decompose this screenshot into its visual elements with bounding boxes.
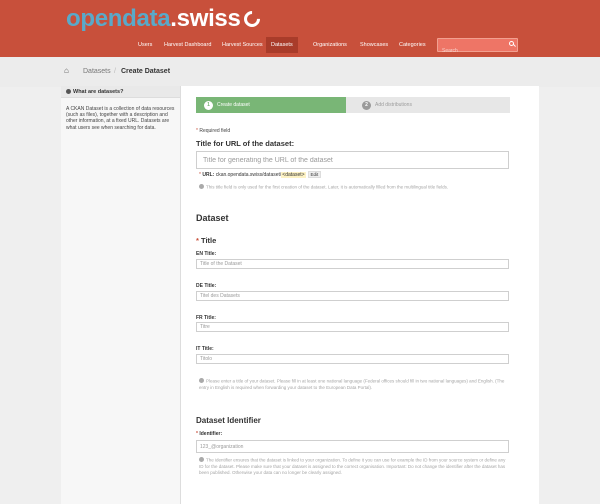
de-title-label: DE Title: xyxy=(196,283,217,289)
info-icon xyxy=(199,457,204,462)
breadcrumb-datasets[interactable]: Datasets xyxy=(83,68,111,75)
nav-categories[interactable]: Categories xyxy=(399,37,426,53)
step-1-label: Create dataset xyxy=(217,102,250,108)
url-edit-button[interactable]: Edit xyxy=(307,171,322,178)
info-icon xyxy=(66,88,71,94)
home-icon[interactable]: ⌂ xyxy=(64,66,69,75)
step-2-label: Add distributions xyxy=(375,102,412,108)
fr-title-label: FR Title: xyxy=(196,315,216,321)
identifier-help-text: The identifier ensures that the dataset … xyxy=(199,457,506,475)
info-icon xyxy=(199,378,204,383)
nav-showcases[interactable]: Showcases xyxy=(360,37,388,53)
it-title-label: IT Title: xyxy=(196,346,214,352)
url-help-text: This title field is only used for the fi… xyxy=(199,184,509,191)
identifier-label: * Identifier: xyxy=(196,431,223,437)
url-title-input[interactable] xyxy=(196,151,509,169)
url-preview: * URL: ckan.opendata.swiss/dataset/<data… xyxy=(199,171,322,178)
sidebar-description: A CKAN Dataset is a collection of data r… xyxy=(66,106,175,131)
logo-text-opendata: opendata xyxy=(66,5,171,32)
title-heading: * Title xyxy=(196,236,217,245)
site-logo[interactable]: opendata.swiss xyxy=(66,5,263,33)
step-1-badge: 1 xyxy=(204,101,213,110)
step-add-distributions[interactable]: 2 Add distributions xyxy=(346,97,510,113)
step-2-badge: 2 xyxy=(362,101,371,110)
nav-harvest-dashboard[interactable]: Harvest Dashboard xyxy=(164,37,211,53)
en-title-label: EN Title: xyxy=(196,251,217,257)
en-title-input[interactable] xyxy=(196,259,509,269)
fr-title-input[interactable] xyxy=(196,322,509,332)
step-create-dataset[interactable]: 1 Create dataset xyxy=(196,97,354,113)
sidebar-heading-text: What are datasets? xyxy=(73,89,124,95)
it-title-input[interactable] xyxy=(196,354,509,364)
url-slug: <dataset> xyxy=(281,172,306,178)
breadcrumb-separator: / xyxy=(114,68,116,75)
de-title-input[interactable] xyxy=(196,291,509,301)
breadcrumb-create-dataset: Create Dataset xyxy=(121,68,171,75)
nav-organizations[interactable]: Organizations xyxy=(313,37,347,53)
identifier-heading: Dataset Identifier xyxy=(196,416,261,425)
title-help-text: Please enter a title of your dataset. Pl… xyxy=(199,378,505,390)
search-box xyxy=(437,38,518,57)
stage-stepper: 1 Create dataset 2 Add distributions xyxy=(196,97,510,113)
search-input[interactable] xyxy=(438,45,508,57)
site-header: opendata.swiss Users Harvest Dashboard H… xyxy=(0,0,600,57)
sidebar: What are datasets? A CKAN Dataset is a c… xyxy=(61,86,181,504)
url-value: ckan.opendata.swiss/dataset/ xyxy=(215,172,282,178)
identifier-input[interactable] xyxy=(196,440,509,453)
url-label: URL: xyxy=(202,172,215,178)
nav-users[interactable]: Users xyxy=(138,37,152,53)
required-field-note: * Required field xyxy=(196,128,231,134)
sidebar-heading: What are datasets? xyxy=(61,86,180,98)
search-icon[interactable] xyxy=(509,41,514,46)
url-title-heading: Title for URL of the dataset: xyxy=(196,139,295,148)
logo-text-swiss: .swiss xyxy=(170,5,241,32)
dataset-heading: Dataset xyxy=(196,213,229,223)
logo-ring-icon xyxy=(240,7,263,31)
nav-harvest-sources[interactable]: Harvest Sources xyxy=(222,37,263,53)
nav-datasets[interactable]: Datasets xyxy=(266,37,298,53)
info-icon xyxy=(199,184,204,189)
